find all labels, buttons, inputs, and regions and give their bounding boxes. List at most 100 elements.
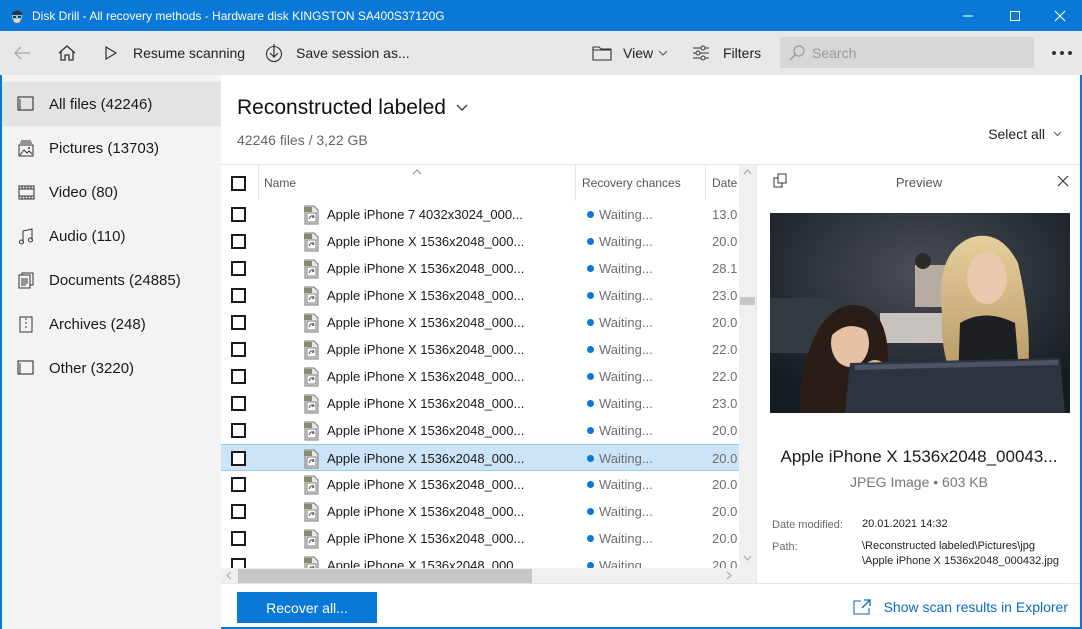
column-header-name[interactable]: Name [264,165,296,201]
sidebar-item-audio[interactable]: Audio (110) [2,214,221,258]
table-row[interactable]: Apple iPhone X 1536x2048_000... Waiting..… [221,417,739,444]
folder-icon [592,46,612,61]
table-row[interactable]: Apple iPhone X 1536x2048_000... Waiting..… [221,363,739,390]
path-value-line1: \Reconstructed labeled\Pictures\jpg [862,540,1036,552]
maximize-button[interactable] [992,0,1038,31]
scroll-up-icon[interactable] [743,169,752,175]
file-table: Name Recovery chances Date Apple iPhone … [221,164,756,583]
preview-file-name: Apple iPhone X 1536x2048_00043... [780,447,1058,466]
search-input[interactable]: Search [780,37,1034,68]
files-summary: 42246 files / 3,22 GB [237,132,368,148]
sidebar-item-documents[interactable]: Documents (24885) [2,258,221,302]
sidebar-item-label: Documents (24885) [49,271,181,289]
row-checkbox[interactable] [231,369,246,384]
file-date: 13.0 [712,207,738,222]
status-dot [587,346,594,353]
select-all-dropdown[interactable]: Select all [988,126,1062,142]
minimize-button[interactable] [945,0,991,31]
chevron-down-icon [1053,131,1062,137]
row-checkbox[interactable] [231,531,246,546]
file-name: Apple iPhone X 1536x2048_000... [327,396,525,411]
title-bar: Disk Drill - All recovery methods - Hard… [0,0,1082,31]
table-row[interactable]: Apple iPhone X 1536x2048_000... Waiting..… [221,336,739,363]
file-date: 20.0 [712,477,738,492]
view-menu-button[interactable]: View [592,31,668,75]
vertical-scrollbar[interactable] [739,165,756,568]
image-file-icon [304,232,319,252]
show-in-explorer-link[interactable]: Show scan results in Explorer [853,599,1068,615]
table-row[interactable]: Apple iPhone X 1536x2048_000... Waiting..… [221,390,739,417]
file-name: Apple iPhone X 1536x2048_000... [327,477,525,492]
row-checkbox[interactable] [231,396,246,411]
table-row[interactable]: Apple iPhone X 1536x2048_000... Waiting..… [221,282,739,309]
recovery-status: Waiting... [599,315,653,330]
close-preview-icon[interactable] [1057,175,1069,187]
row-checkbox[interactable] [231,423,246,438]
row-checkbox[interactable] [231,234,246,249]
horizontal-scrollbar[interactable] [221,568,756,583]
sidebar-item-pictures[interactable]: Pictures (13703) [2,126,221,170]
filters-button[interactable]: Filters [692,31,761,75]
save-session-button[interactable]: Save session as... [264,31,410,75]
table-row[interactable]: Apple iPhone X 1536x2048_000... Waiting..… [221,255,739,282]
view-label: View [623,45,654,61]
resume-scanning-button[interactable]: Resume scanning [104,31,245,75]
path-label: Path: [772,541,798,553]
file-date: 20.0 [712,423,738,438]
row-checkbox[interactable] [231,315,246,330]
table-row[interactable]: Apple iPhone X 1536x2048_000... Waiting..… [221,498,739,525]
other-icon [17,359,35,377]
path-value-line2: \Apple iPhone X 1536x2048_000432.jpg [862,555,1059,567]
table-row[interactable]: Apple iPhone X 1536x2048_000... Waiting..… [221,525,739,552]
sidebar-item-video[interactable]: Video (80) [2,170,221,214]
select-all-checkbox[interactable] [231,165,246,201]
row-checkbox[interactable] [231,504,246,519]
scroll-right-icon[interactable] [726,571,732,580]
row-checkbox[interactable] [231,261,246,276]
filters-label: Filters [723,45,762,61]
scroll-left-icon[interactable] [226,571,232,580]
row-checkbox[interactable] [231,288,246,303]
status-dot [587,265,594,272]
search-icon [789,44,805,60]
row-checkbox[interactable] [231,477,246,492]
folder-title-dropdown[interactable]: Reconstructed labeled [237,96,468,120]
sidebar-item-other[interactable]: Other (3220) [2,346,221,390]
close-window-button[interactable] [1037,0,1082,31]
image-file-icon [304,394,319,414]
row-checkbox[interactable] [231,207,246,222]
save-session-label: Save session as... [296,45,410,61]
table-row[interactable]: Apple iPhone 7 4032x3024_000... Waiting..… [221,201,739,228]
back-button[interactable] [12,31,32,75]
vertical-scroll-thumb[interactable] [740,297,755,305]
recover-all-button[interactable]: Recover all... [237,592,377,623]
row-checkbox[interactable] [231,342,246,357]
sidebar-item-all-files[interactable]: All files (42246) [2,82,221,126]
column-header-date[interactable]: Date [712,165,737,201]
sidebar-item-archives[interactable]: Archives (248) [2,302,221,346]
column-header-recovery-chances[interactable]: Recovery chances [582,165,681,201]
file-name: Apple iPhone X 1536x2048_000... [327,234,525,249]
table-row[interactable]: Apple iPhone X 1536x2048_000... Waiting..… [221,228,739,255]
home-button[interactable] [57,31,77,75]
recovery-status: Waiting... [599,504,653,519]
more-options-button[interactable] [1051,31,1073,75]
row-checkbox[interactable] [231,451,246,466]
horizontal-scroll-thumb[interactable] [238,569,532,583]
recovery-status: Waiting... [599,234,653,249]
file-name: Apple iPhone X 1536x2048_000... [327,504,525,519]
status-dot [587,211,594,218]
chevron-down-icon [658,50,668,56]
column-recovery-label: Recovery chances [582,176,681,190]
table-row[interactable]: Apple iPhone X 1536x2048_000... Waiting..… [221,444,739,471]
page-title: Reconstructed labeled [237,96,446,119]
maximize-icon [1010,10,1020,21]
download-icon [265,44,283,63]
status-dot [587,508,594,515]
table-row[interactable]: Apple iPhone X 1536x2048_000... Waiting..… [221,309,739,336]
column-name-label: Name [264,176,297,190]
pictures-icon [17,139,35,157]
scroll-down-icon[interactable] [743,555,752,561]
table-row[interactable]: Apple iPhone X 1536x2048_000... Waiting..… [221,471,739,498]
column-divider [705,165,706,201]
